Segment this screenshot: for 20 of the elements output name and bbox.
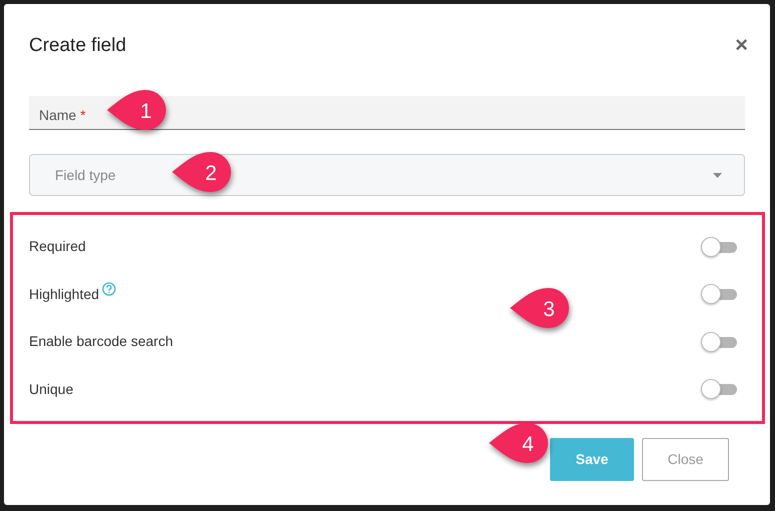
option-label: Unique <box>29 380 74 399</box>
close-button[interactable]: Close <box>642 438 729 481</box>
toggle-switch[interactable] <box>701 236 739 258</box>
select-placeholder: Field type <box>55 166 116 185</box>
toggle-switch[interactable] <box>701 330 739 353</box>
callout-marker: 4 <box>487 423 549 463</box>
option-label: Highlighted <box>29 284 100 304</box>
dialog-title: Create field <box>29 35 126 58</box>
callout-marker: 3 <box>508 288 570 328</box>
option-label: Required <box>29 237 86 256</box>
option-label: Enable barcode search <box>29 332 173 352</box>
toggle-switch[interactable] <box>701 378 739 400</box>
callout-marker: 1 <box>105 90 167 130</box>
caret-icon <box>713 172 722 178</box>
help-icon[interactable] <box>102 282 116 296</box>
save-button[interactable]: Save <box>550 438 634 481</box>
close-button[interactable]: × <box>732 34 751 56</box>
field-label: Name * <box>39 107 86 123</box>
callout-marker: 2 <box>170 152 232 192</box>
toggle-switch[interactable] <box>701 283 739 306</box>
